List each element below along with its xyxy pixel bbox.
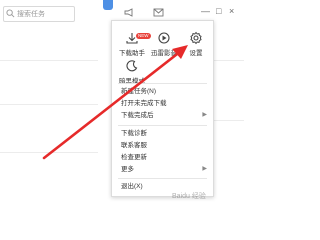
menu-item-label: 联系客服 xyxy=(121,142,147,149)
brand-logo xyxy=(103,0,113,10)
menu-separator xyxy=(118,178,207,179)
menu-separator xyxy=(118,83,207,84)
menu-item-label: 退出(X) xyxy=(121,183,143,190)
menu-item-check-update[interactable]: 检查更新 xyxy=(121,152,207,163)
xunlei-player-icon xyxy=(158,32,170,44)
search-input[interactable] xyxy=(17,7,72,21)
close-button[interactable]: × xyxy=(229,6,234,16)
menu-separator xyxy=(118,125,207,126)
menu-item-label: 打开未完成下载 xyxy=(121,100,167,107)
menu-item-label: 新建任务(N) xyxy=(121,88,157,95)
menu-item-label: 更多 xyxy=(121,166,134,173)
menu-item-after-download[interactable]: 下载完成后 ▶ xyxy=(121,110,207,121)
list-divider xyxy=(0,104,98,105)
menu-item-diagnosis[interactable]: 下载诊断 xyxy=(121,128,207,139)
message-icon[interactable] xyxy=(153,8,164,17)
chevron-right-icon: ▶ xyxy=(202,166,207,172)
baidu-jingyan-watermark: Baidu 经验 xyxy=(172,193,206,200)
menu-xunlei-player[interactable]: 迅雷影音 xyxy=(148,31,180,57)
app-window: — □ × NEW 下载助手 迅雷影音 设 xyxy=(0,0,244,207)
list-divider xyxy=(0,152,98,153)
maximize-button[interactable]: □ xyxy=(216,6,221,16)
main-menu-dropdown: NEW 下载助手 迅雷影音 设置 暗黑模式 新建任务(N) 打开未完成下载 下载… xyxy=(111,20,214,197)
list-divider xyxy=(214,60,244,61)
search-box[interactable] xyxy=(3,6,75,22)
chevron-right-icon: ▶ xyxy=(202,112,207,118)
menu-download-assistant-label: 下载助手 xyxy=(119,50,145,57)
gear-icon xyxy=(190,31,202,45)
menu-download-assistant[interactable]: NEW 下载助手 xyxy=(116,31,151,57)
list-divider xyxy=(0,60,98,61)
menu-item-label: 检查更新 xyxy=(121,154,147,161)
moon-icon xyxy=(126,60,138,72)
menu-item-more[interactable]: 更多 ▶ xyxy=(121,164,207,175)
menu-item-label: 下载诊断 xyxy=(121,130,147,137)
menu-item-label: 下载完成后 xyxy=(121,112,154,119)
list-divider xyxy=(214,120,244,121)
menu-xunlei-player-label: 迅雷影音 xyxy=(151,50,177,57)
menu-item-support[interactable]: 联系客服 xyxy=(121,140,207,151)
megaphone-icon[interactable] xyxy=(124,8,135,17)
menu-dark-mode[interactable]: 暗黑模式 xyxy=(116,59,148,85)
menu-settings[interactable]: 设置 xyxy=(180,31,212,57)
minimize-button[interactable]: — xyxy=(201,6,210,16)
menu-item-new-task[interactable]: 新建任务(N) xyxy=(121,86,207,97)
search-icon xyxy=(6,9,15,18)
menu-settings-label: 设置 xyxy=(189,50,203,57)
menu-item-open-unfinished[interactable]: 打开未完成下载 xyxy=(121,98,207,109)
